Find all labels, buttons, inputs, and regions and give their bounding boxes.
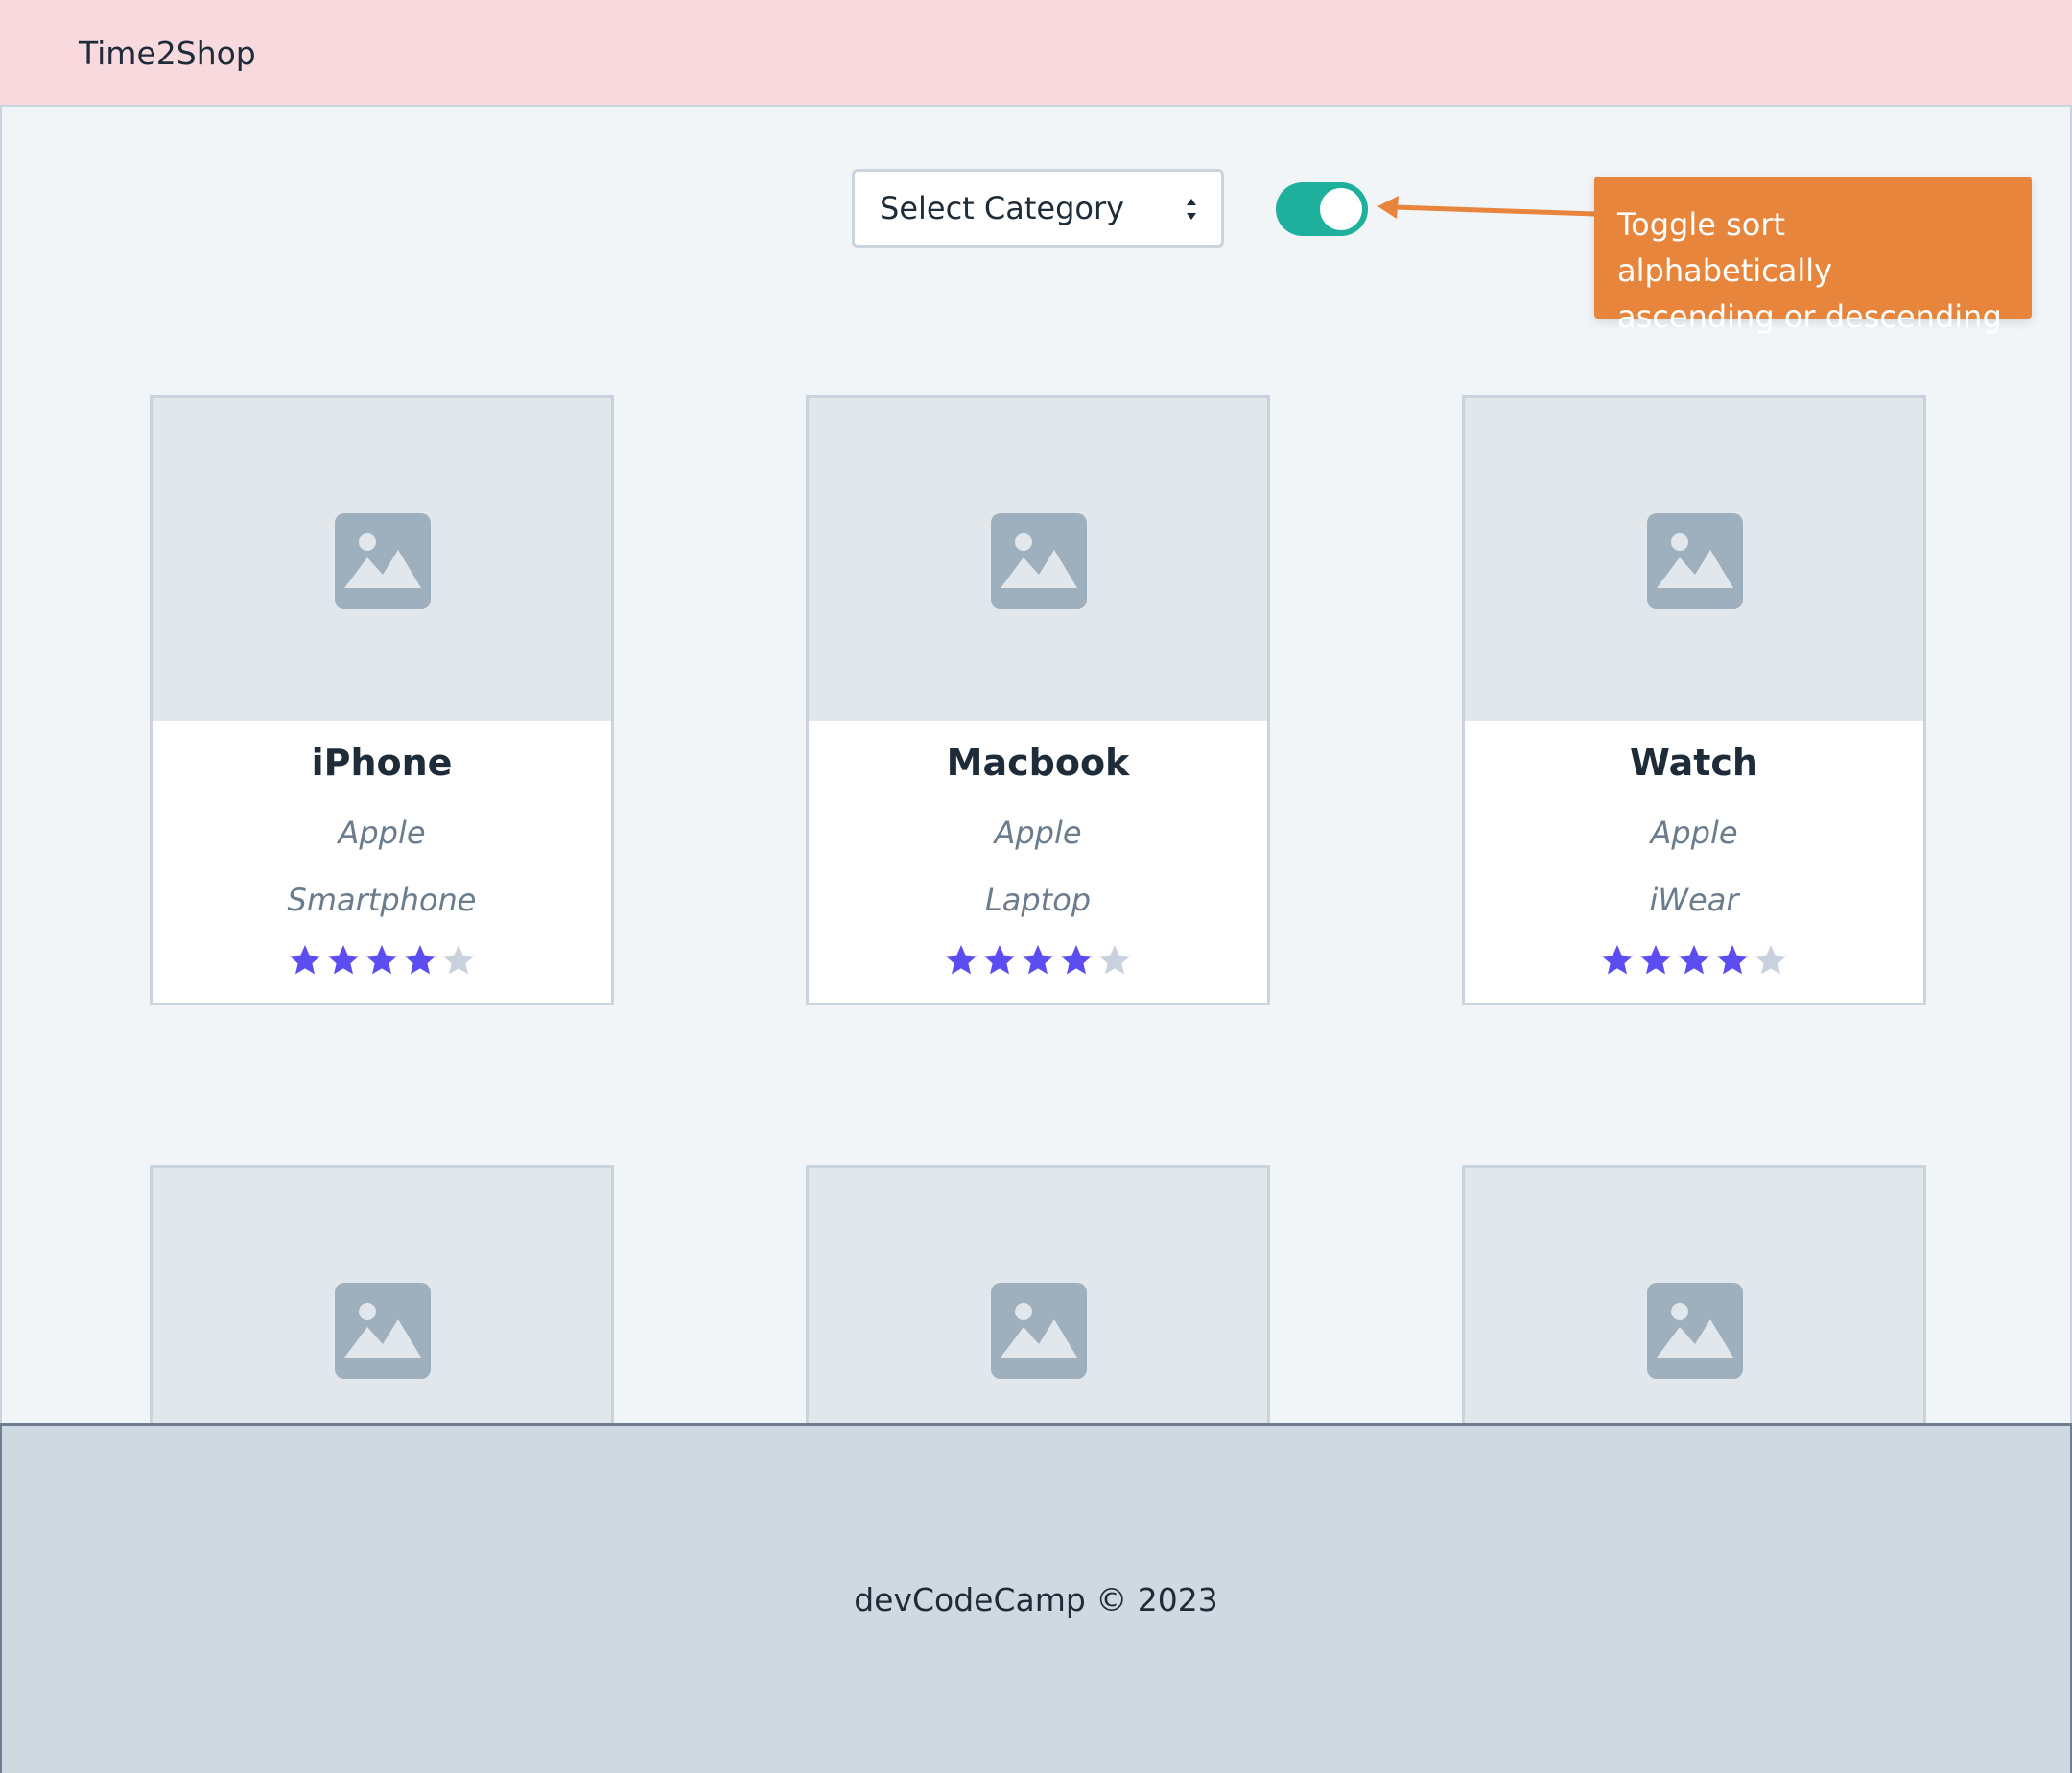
star-icon [1717,945,1748,975]
product-category: Smartphone [287,882,477,918]
rating-stars [153,943,611,978]
star-icon [1640,945,1671,975]
star-icon [984,945,1015,975]
sort-toggle-knob [1320,188,1362,230]
product-card[interactable] [1462,1165,1926,1424]
product-image [809,1168,1267,1424]
product-image [1465,398,1923,721]
product-image [1465,1168,1923,1424]
star-icon [1755,945,1786,975]
category-select[interactable]: Select Category [852,169,1224,248]
rating-stars [809,943,1267,978]
star-icon [1099,945,1130,975]
annotation-arrow [1377,196,1597,219]
product-brand: Apple [1650,815,1738,851]
category-select-value: Select Category [880,190,1125,226]
updown-caret-icon [1187,199,1196,220]
star-icon [290,945,320,975]
image-placeholder-icon [1647,1283,1743,1379]
product-name: Watch [1630,742,1758,784]
product-name: Macbook [946,742,1130,784]
product-card[interactable] [150,1165,614,1424]
rating-stars [1465,943,1923,978]
image-placeholder-icon [991,1283,1087,1379]
image-placeholder-icon [335,1283,431,1379]
brand-link[interactable]: Time2Shop [79,35,256,73]
product-brand: Apple [994,815,1082,851]
sort-annotation-line1: Toggle sort alphabetically [1617,206,1833,289]
product-card[interactable]: iPhone Apple Smartphone [150,395,614,1005]
product-info: Macbook Apple Laptop [809,721,1267,1003]
product-card[interactable]: Watch Apple iWear [1462,395,1926,1005]
star-icon [1602,945,1633,975]
sort-annotation: Toggle sort alphabetically ascending or … [1594,177,2032,335]
image-placeholder-icon [1647,513,1743,609]
star-icon [443,945,474,975]
footer-copyright: devCodeCamp © 2023 [854,1581,1218,1619]
product-category: iWear [1649,882,1739,918]
product-category: Laptop [984,882,1092,918]
sort-annotation-line2: ascending or descending [1617,298,2002,335]
product-image [153,398,611,721]
star-icon [405,945,436,975]
navbar: Time2Shop [0,0,2072,107]
image-placeholder-icon [335,513,431,609]
star-icon [1023,945,1053,975]
star-icon [946,945,977,975]
sort-toggle[interactable] [1276,182,1368,236]
footer: devCodeCamp © 2023 [0,1423,2072,1773]
product-info: iPhone Apple Smartphone [153,721,611,1003]
product-card[interactable] [806,1165,1270,1424]
product-name: iPhone [311,742,453,784]
star-icon [1679,945,1709,975]
star-icon [328,945,359,975]
image-placeholder-icon [991,513,1087,609]
star-icon [1061,945,1092,975]
star-icon [366,945,397,975]
product-image [153,1168,611,1424]
product-info: Watch Apple iWear [1465,721,1923,1003]
main-content: Select Category Toggle sort alphabetical… [0,107,2072,1424]
product-card[interactable]: Macbook Apple Laptop [806,395,1270,1005]
product-brand: Apple [338,815,426,851]
product-image [809,398,1267,721]
